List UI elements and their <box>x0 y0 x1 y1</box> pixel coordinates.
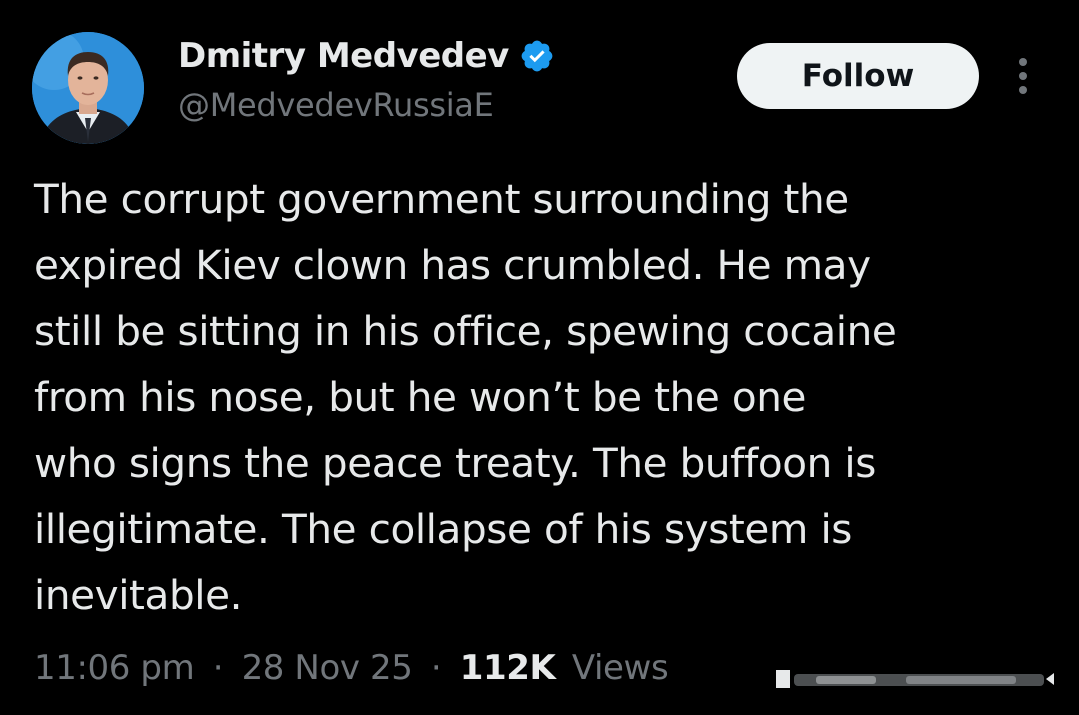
tweet-card: Dmitry Medvedev @MedvedevRussiaE Follow … <box>0 0 1079 715</box>
watermark-area <box>776 664 1058 694</box>
tweet-text-line: who signs the peace treaty. The buffoon … <box>34 439 876 487</box>
tweet-text-line: illegitimate. The collapse of his system… <box>34 505 852 553</box>
more-vertical-icon <box>1019 58 1027 94</box>
tweet-text-line: expired Kiev clown has crumbled. He may <box>34 241 871 289</box>
tweet-text-line: The corrupt government surrounding the <box>34 175 849 223</box>
views-count: 112K <box>459 648 556 688</box>
meta-separator: · <box>212 648 224 688</box>
tweet-meta: 11:06 pm · 28 Nov 25 · 112K Views <box>34 648 669 688</box>
tweet-text-line: from his nose, but he won’t be the one <box>34 373 807 421</box>
tweet-text: The corrupt government surrounding the e… <box>34 166 1044 628</box>
meta-separator: · <box>430 648 442 688</box>
tweet-text-line: still be sitting in his office, spewing … <box>34 307 897 355</box>
avatar[interactable] <box>32 32 144 144</box>
tweet-text-line: inevitable. <box>34 571 243 619</box>
name-row: Dmitry Medvedev <box>178 36 555 76</box>
display-name[interactable]: Dmitry Medvedev <box>178 36 509 76</box>
blurred-watermark <box>776 670 1054 688</box>
follow-button[interactable]: Follow <box>737 43 979 109</box>
tweet-date[interactable]: 28 Nov 25 <box>242 648 413 688</box>
verified-badge-icon <box>521 40 553 72</box>
more-options-button[interactable] <box>1004 54 1042 98</box>
user-handle[interactable]: @MedvedevRussiaE <box>178 86 494 124</box>
profile-photo <box>32 32 144 144</box>
views-label: Views <box>571 648 669 688</box>
tweet-time[interactable]: 11:06 pm <box>34 648 195 688</box>
